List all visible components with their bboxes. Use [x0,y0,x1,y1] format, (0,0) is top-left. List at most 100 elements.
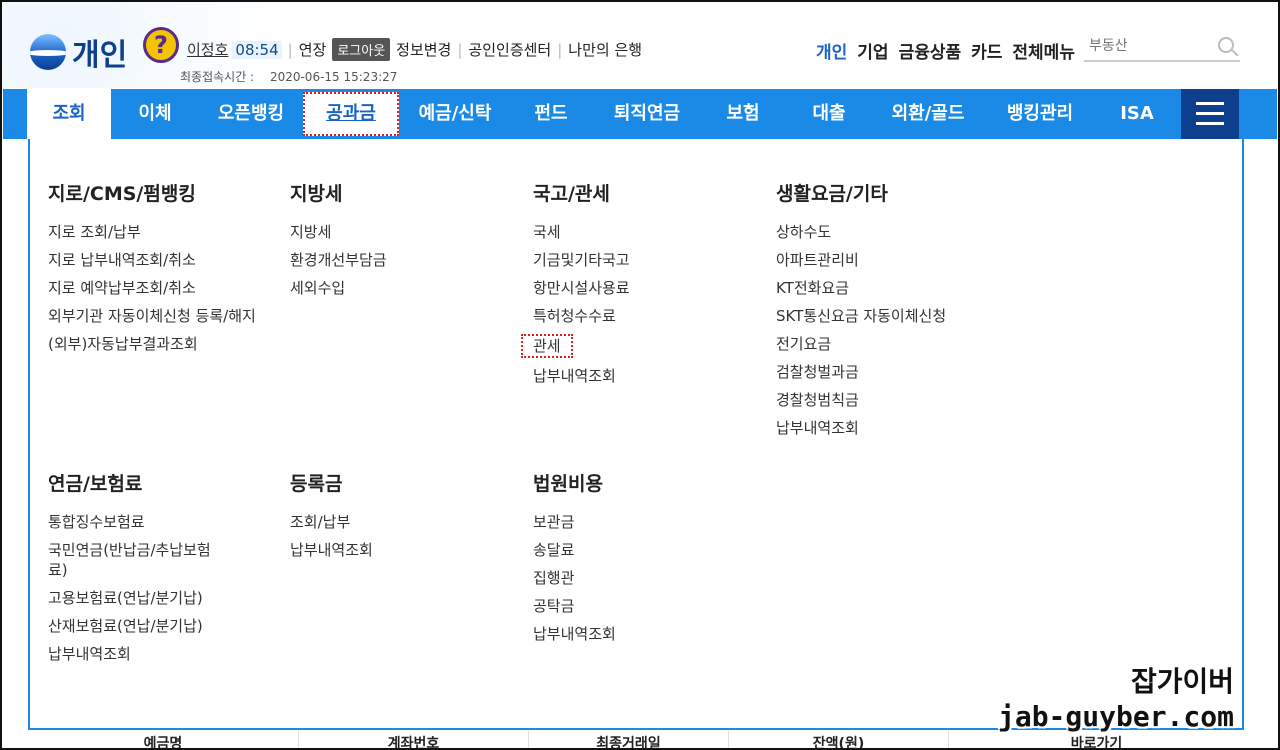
menu-item[interactable]: 검찰청벌과금 [776,362,1006,382]
menu-section-title: 국고/관세 [533,183,610,205]
menu-item[interactable]: 송달료 [533,540,763,560]
logout-button[interactable]: 로그아웃 [332,38,391,61]
menu-section-title: 지방세 [290,183,343,205]
col-header-last-transaction: 최종거래일 [528,731,728,750]
mega-menu-panel: 지로/CMS/펌뱅킹 지로 조회/납부 지로 납부내역조회/취소 지로 예약납부… [28,139,1244,730]
bank-logo-icon [30,34,66,70]
menu-item[interactable]: 세외수입 [290,278,520,298]
my-bank-link[interactable]: 나만의 은행 [568,39,642,60]
watermark-ko: 잡가이버 [1130,665,1234,698]
brand-label: 개인 [72,38,128,73]
menu-item[interactable]: 납부내역조회 [290,540,520,560]
header: 개인 ? 이정호 08:54 | 연장 로그아웃 정보변경 | 공인인증센터 |… [0,0,1280,88]
tab-open-banking[interactable]: 오픈뱅킹 [199,89,303,139]
divider: | [557,40,563,59]
top-nav-personal[interactable]: 개인 [816,38,847,63]
menu-item[interactable]: 고용보험료(연납/분기납) [48,588,228,608]
menu-item[interactable]: 납부내역조회 [48,644,228,664]
menu-item[interactable]: 지로 예약납부조회/취소 [48,278,278,298]
menu-item[interactable]: 국세 [533,222,763,242]
menu-item[interactable]: 항만시설사용료 [533,278,763,298]
top-nav-business[interactable]: 기업 [857,38,888,63]
last-login-label: 최종접속시간 : [180,70,255,84]
menu-item[interactable]: 보관금 [533,512,763,532]
menu-item[interactable]: 외부기관 자동이체신청 등록/해지 [48,306,278,326]
tab-banking-mgmt[interactable]: 뱅킹관리 [985,89,1095,139]
menu-col-court: 법원비용 보관금 송달료 집행관 공탁금 납부내역조회 [533,469,763,652]
menu-item[interactable]: 조회/납부 [290,512,520,532]
menu-item[interactable]: 경찰청범칙금 [776,390,1006,410]
menu-icon[interactable] [1181,89,1239,139]
menu-item[interactable]: 특허청수수료 [533,306,763,326]
menu-item[interactable]: 지로 조회/납부 [48,222,278,242]
tab-insurance[interactable]: 보험 [701,89,785,139]
menu-item[interactable]: 지방세 [290,222,520,242]
menu-item[interactable]: 납부내역조회 [776,418,1006,438]
menu-item[interactable]: KT전화요금 [776,278,1006,298]
watermark: 잡가이버 jab-guyber.com [998,660,1234,733]
menu-item[interactable]: 상하수도 [776,222,1006,242]
menu-section-title: 등록금 [290,473,343,495]
menu-item[interactable]: 납부내역조회 [533,366,763,386]
tab-utility-bills[interactable]: 공과금 [303,92,399,136]
top-nav: 개인 기업 금융상품 카드 전체메뉴 [816,38,1085,63]
menu-section-title: 생활요금/기타 [776,183,888,205]
search-icon[interactable] [1218,37,1234,53]
divider: | [287,40,293,59]
menu-item[interactable]: 납부내역조회 [533,624,763,644]
watermark-en: jab-guyber.com [997,700,1234,733]
menu-item[interactable]: (외부)자동납부결과조회 [48,334,278,354]
divider: | [457,40,463,59]
menu-section-title: 지로/CMS/펌뱅킹 [48,183,196,205]
menu-section-title: 연금/보험료 [48,473,143,495]
tab-loan[interactable]: 대출 [787,89,871,139]
help-icon[interactable]: ? [143,27,179,63]
menu-item-customs[interactable]: 관세 [521,334,573,358]
menu-item[interactable]: 집행관 [533,568,763,588]
menu-item[interactable]: 기금및기타국고 [533,250,763,270]
top-nav-card[interactable]: 카드 [971,38,1002,63]
session-timer: 08:54 [232,40,282,59]
profile-edit-link[interactable]: 정보변경 [396,39,451,60]
tab-inquiry[interactable]: 조회 [27,89,111,139]
menu-col-pension: 연금/보험료 통합징수보험료 국민연금(반납금/추납보험료) 고용보험료(연납/… [48,469,228,672]
menu-item[interactable]: 공탁금 [533,596,763,616]
menu-item[interactable]: 아파트관리비 [776,250,1006,270]
search-box [1084,32,1240,62]
menu-item[interactable]: SKT통신요금 자동이체신청 [776,306,1006,326]
col-header-account-number: 계좌번호 [298,731,528,750]
cert-center-link[interactable]: 공인인증센터 [468,39,551,60]
top-nav-products[interactable]: 금융상품 [899,38,962,63]
last-login: 최종접속시간 : 2020-06-15 15:23:27 [180,68,397,85]
tab-transfer[interactable]: 이체 [113,89,197,139]
main-nav: 조회 이체 오픈뱅킹 공과금 예금/신탁 펀드 퇴직연금 보험 대출 외환/골드… [3,89,1277,139]
col-header-account-name: 예금명 [143,736,183,750]
extend-session-button[interactable]: 연장 [299,39,327,60]
menu-item[interactable]: 환경개선부담금 [290,250,520,270]
menu-section-title: 법원비용 [533,473,603,495]
menu-item[interactable]: 전기요금 [776,334,1006,354]
menu-col-living: 생활요금/기타 상하수도 아파트관리비 KT전화요금 SKT통신요금 자동이체신… [776,179,1006,446]
tab-fund[interactable]: 펀드 [509,89,593,139]
col-header-shortcut: 바로가기 [948,731,1244,750]
menu-col-giro: 지로/CMS/펌뱅킹 지로 조회/납부 지로 납부내역조회/취소 지로 예약납부… [48,179,278,362]
last-login-value: 2020-06-15 15:23:27 [269,70,398,84]
user-bar: 이정호 08:54 | 연장 로그아웃 정보변경 | 공인인증센터 | 나만의 … [187,38,642,61]
col-header-balance: 잔액(원) [728,731,948,750]
tab-forex-gold[interactable]: 외환/골드 [873,89,983,139]
tab-deposit[interactable]: 예금/신탁 [403,89,507,139]
user-name[interactable]: 이정호 [187,39,228,60]
menu-item[interactable]: 국민연금(반납금/추납보험료) [48,540,228,580]
menu-item[interactable]: 지로 납부내역조회/취소 [48,250,278,270]
tab-pension[interactable]: 퇴직연금 [595,89,699,139]
tab-isa[interactable]: ISA [1097,89,1177,139]
menu-col-local-tax: 지방세 지방세 환경개선부담금 세외수입 [290,179,520,306]
menu-item[interactable]: 통합징수보험료 [48,512,228,532]
search-input[interactable] [1084,38,1204,54]
brand-logo[interactable]: 개인 [30,30,127,74]
menu-col-national-tax: 국고/관세 국세 기금및기타국고 항만시설사용료 특허청수수료 관세 납부내역조… [521,179,763,394]
menu-col-tuition: 등록금 조회/납부 납부내역조회 [290,469,520,568]
account-table-header: 예금명 계좌번호 최종거래일 잔액(원) 바로가기 [28,731,1244,750]
top-nav-all-menu[interactable]: 전체메뉴 [1012,38,1075,63]
menu-item[interactable]: 산재보험료(연납/분기납) [48,616,228,636]
